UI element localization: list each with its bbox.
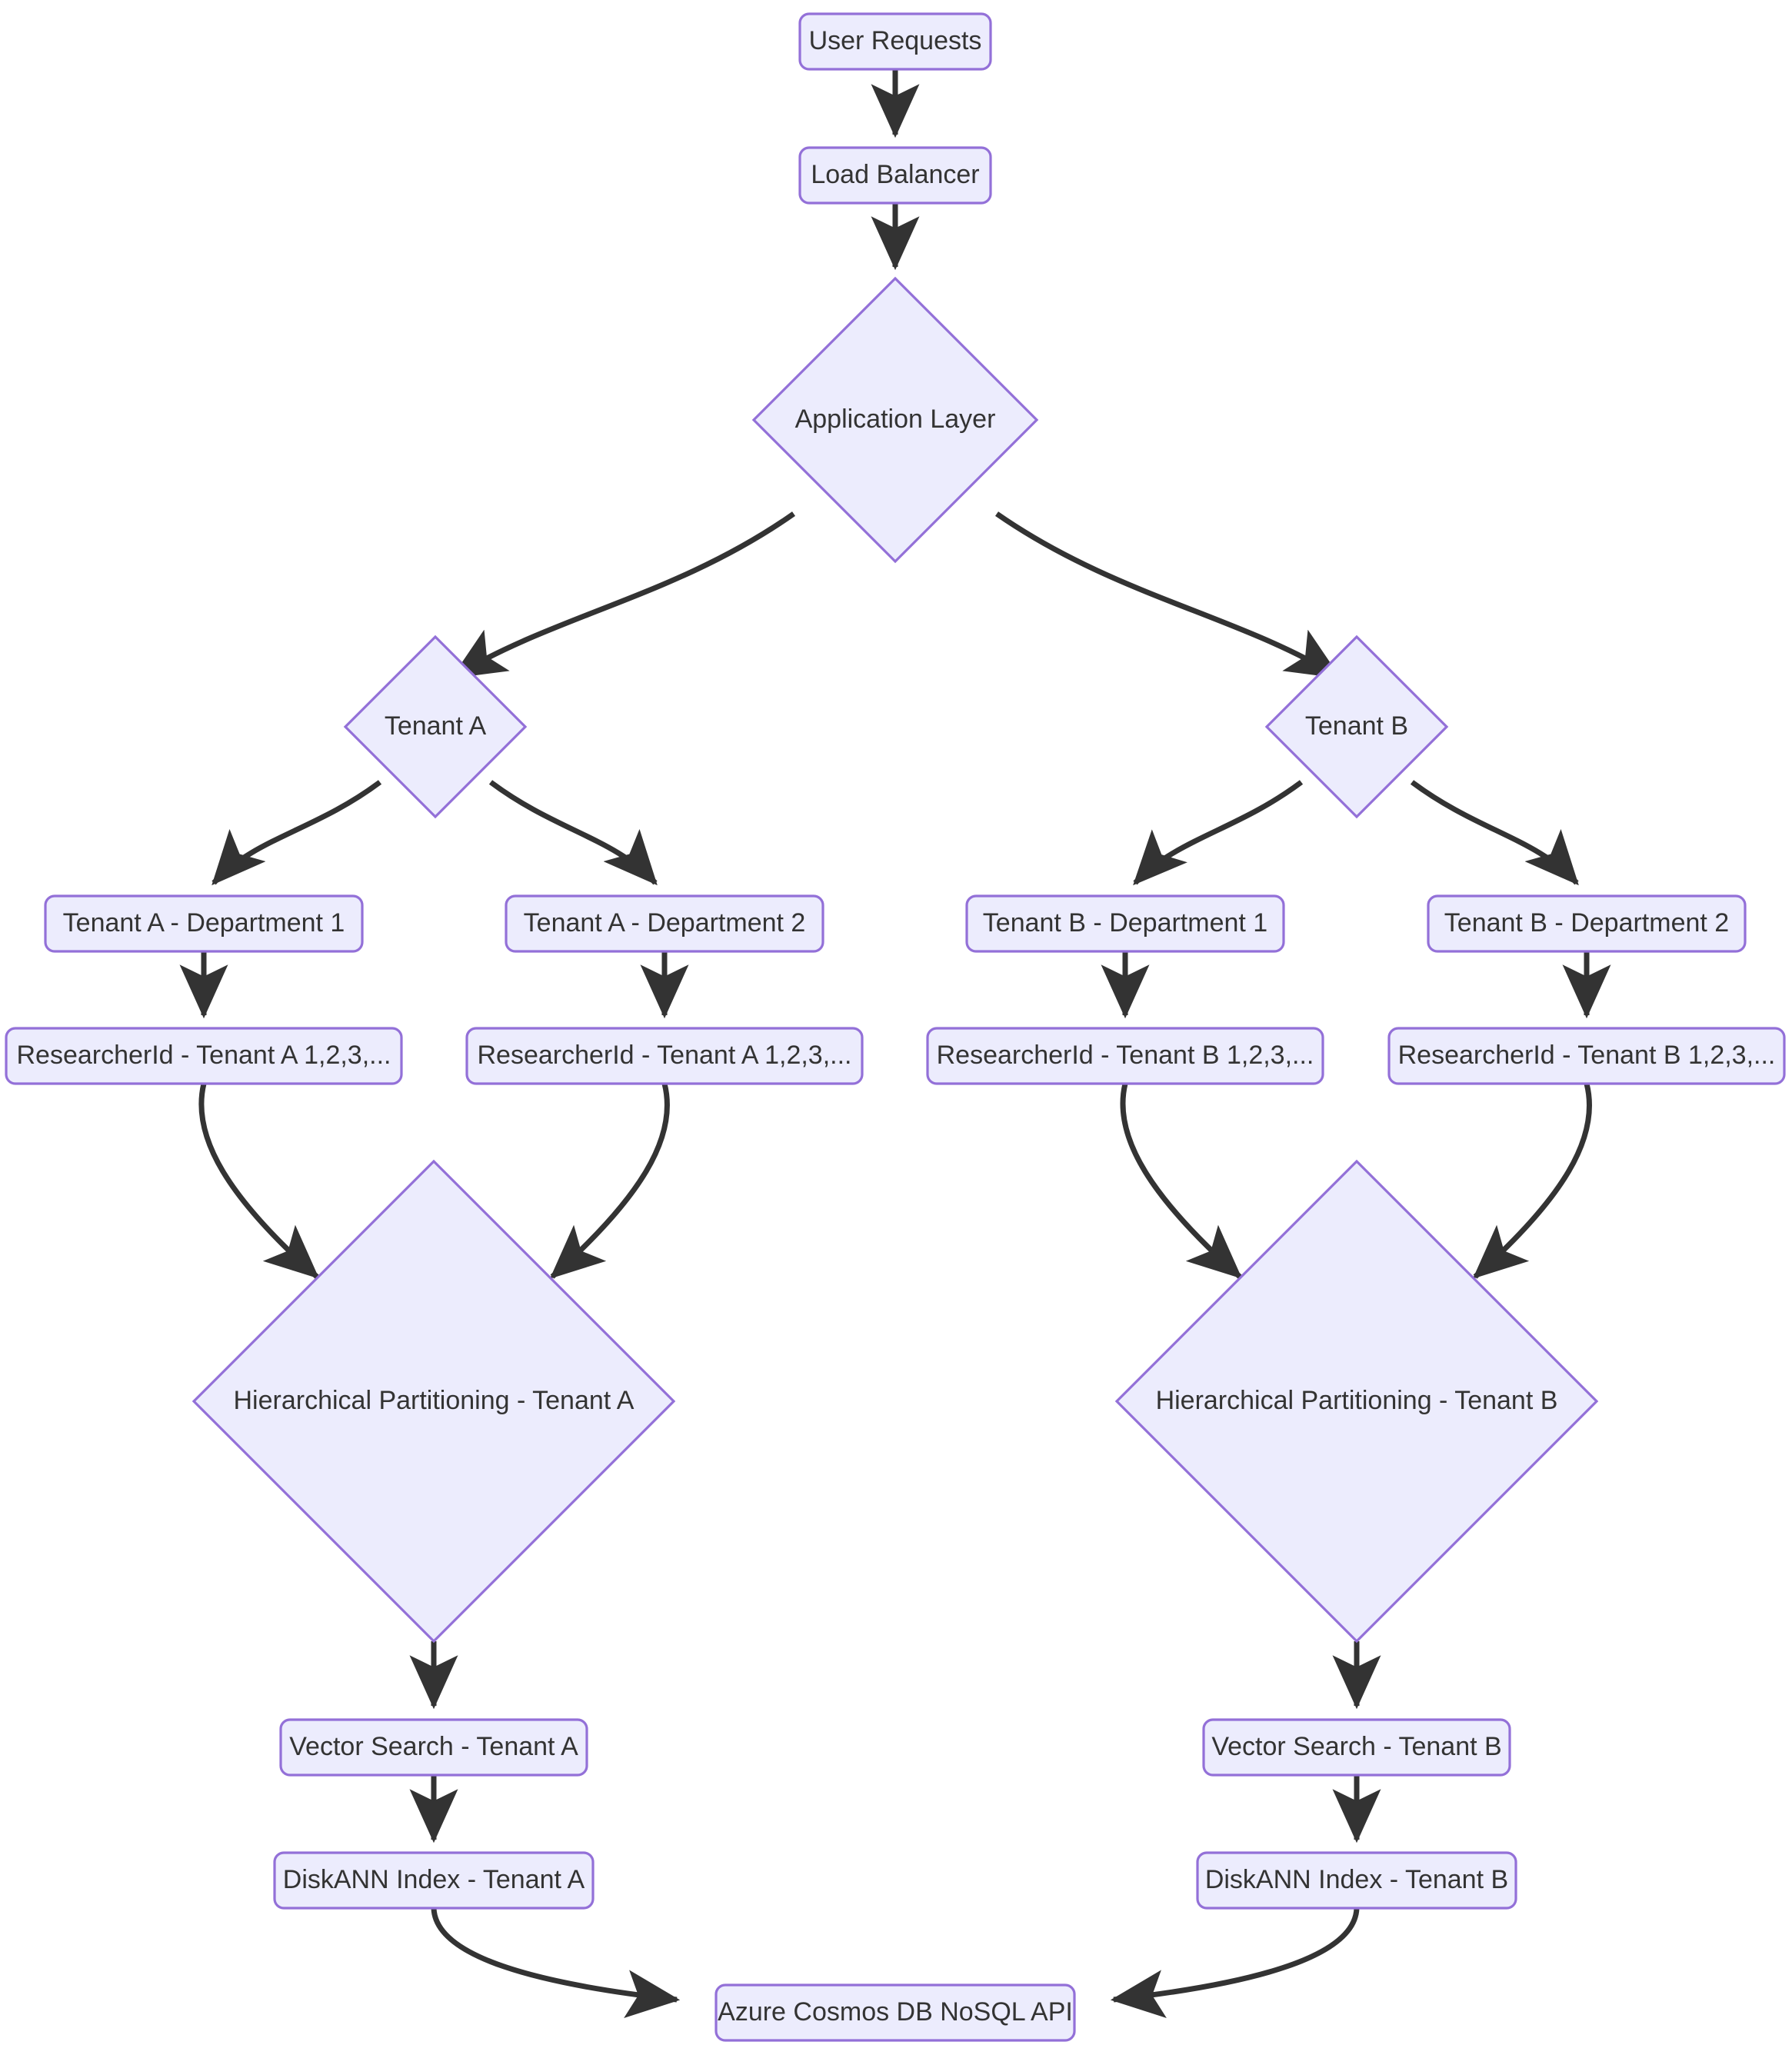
node-hierarchical-partitioning-tenant-a[interactable]: Hierarchical Partitioning - Tenant A [192,1159,676,1644]
node-researcher-id-tenant-b-1[interactable]: ResearcherId - Tenant B 1,2,3,... [926,1027,1324,1085]
node-vector-search-tenant-b[interactable]: Vector Search - Tenant B [1202,1718,1511,1777]
node-azure-cosmos-db-nosql-api[interactable]: Azure Cosmos DB NoSQL API [714,1983,1076,2042]
node-hierarchical-partitioning-tenant-a-label: Hierarchical Partitioning - Tenant A [234,1386,635,1415]
edge-researcher-b2-to-hier-part-b [1472,1083,1592,1279]
node-researcher-id-tenant-a-2-label: ResearcherId - Tenant A 1,2,3,... [477,1041,851,1070]
edge-researcher-a2-to-hier-part-a [549,1083,670,1279]
edge-diskann-b-to-cosmos-db [1110,1907,1360,2019]
node-hierarchical-partitioning-tenant-b[interactable]: Hierarchical Partitioning - Tenant B [1114,1159,1599,1644]
edge-tenant-b-to-tenant-b-dept2 [1410,780,1579,886]
node-tenant-a-department-2-label: Tenant A - Department 2 [524,908,806,938]
node-load-balancer-label: Load Balancer [811,160,979,189]
node-azure-cosmos-db-nosql-api-label: Azure Cosmos DB NoSQL API [718,1997,1073,2027]
edge-tenant-b-to-tenant-b-dept1 [1133,780,1304,886]
node-researcher-id-tenant-b-2-label: ResearcherId - Tenant B 1,2,3,... [1398,1041,1776,1070]
node-researcher-id-tenant-b-2[interactable]: ResearcherId - Tenant B 1,2,3,... [1387,1027,1786,1085]
edge-researcher-a1-to-hier-part-a [198,1083,320,1279]
node-tenant-b-department-2[interactable]: Tenant B - Department 2 [1427,894,1747,953]
node-application-layer-label: Application Layer [795,405,996,434]
edge-diskann-a-to-cosmos-db [431,1907,681,2019]
node-diskann-index-tenant-a[interactable]: DiskANN Index - Tenant A [273,1851,595,1910]
flowchart-canvas: User Requests Load Balancer Application … [0,0,1792,2055]
node-tenant-a-department-2[interactable]: Tenant A - Department 2 [505,894,824,953]
node-vector-search-tenant-a[interactable]: Vector Search - Tenant A [279,1718,588,1777]
edge-application-layer-to-tenant-b [995,511,1341,679]
edge-application-layer-to-tenant-a [451,511,796,679]
edge-tenant-a-to-tenant-a-dept2 [488,780,658,886]
node-user-requests[interactable]: User Requests [798,12,992,71]
node-tenant-b-department-1-label: Tenant B - Department 1 [983,908,1267,938]
node-researcher-id-tenant-a-1-label: ResearcherId - Tenant A 1,2,3,... [16,1041,391,1070]
node-tenant-b-department-1[interactable]: Tenant B - Department 1 [965,894,1285,953]
edge-researcher-b1-to-hier-part-b [1120,1083,1243,1279]
node-researcher-id-tenant-a-2[interactable]: ResearcherId - Tenant A 1,2,3,... [465,1027,864,1085]
node-tenant-a-department-1-label: Tenant A - Department 1 [63,908,345,938]
node-tenant-a-label: Tenant A [385,711,487,741]
node-tenant-a-department-1[interactable]: Tenant A - Department 1 [44,894,364,953]
node-application-layer[interactable]: Application Layer [751,276,1039,564]
node-vector-search-tenant-a-label: Vector Search - Tenant A [289,1732,578,1761]
node-tenant-b-department-2-label: Tenant B - Department 2 [1444,908,1729,938]
node-diskann-index-tenant-a-label: DiskANN Index - Tenant A [283,1865,585,1894]
nodes-layer: User Requests Load Balancer Application … [5,12,1786,2042]
node-researcher-id-tenant-b-1-label: ResearcherId - Tenant B 1,2,3,... [937,1041,1314,1070]
node-vector-search-tenant-b-label: Vector Search - Tenant B [1211,1732,1501,1761]
node-diskann-index-tenant-b-label: DiskANN Index - Tenant B [1205,1865,1508,1894]
edge-tenant-a-to-tenant-a-dept1 [212,780,382,886]
node-load-balancer[interactable]: Load Balancer [798,146,992,205]
flowchart-svg: User Requests Load Balancer Application … [5,12,1786,2042]
node-hierarchical-partitioning-tenant-b-label: Hierarchical Partitioning - Tenant B [1156,1386,1558,1415]
node-user-requests-label: User Requests [809,26,982,55]
node-tenant-b-label: Tenant B [1305,711,1408,741]
node-researcher-id-tenant-a-1[interactable]: ResearcherId - Tenant A 1,2,3,... [5,1027,403,1085]
node-diskann-index-tenant-b[interactable]: DiskANN Index - Tenant B [1196,1851,1517,1910]
